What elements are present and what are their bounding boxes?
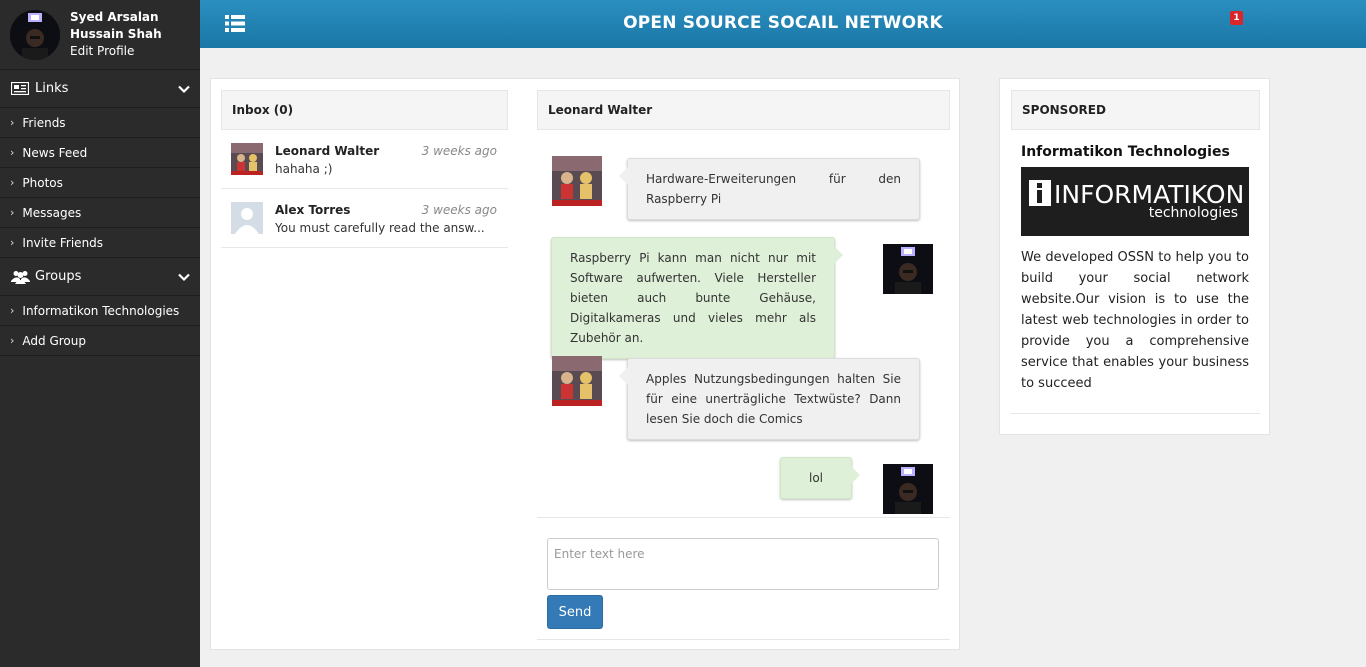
chevron-right-icon: › [10,304,15,317]
sidebar-section-label: Links [35,81,69,96]
contact-name: Alex Torres [275,203,351,217]
message-bubble-received: Apples Nutzungsbedingungen halten Sie fü… [619,358,920,440]
contact-avatar [231,143,263,175]
message-list: Hardware-Erweiterungen für den Raspberry… [537,130,950,518]
inbox-item[interactable]: Alex Torres 3 weeks ago You must careful… [221,189,508,248]
sidebar-section-links[interactable]: Links [0,70,200,108]
sidebar-item-friends[interactable]: › Friends [0,108,200,138]
sidebar-item-label: Add Group [22,333,86,348]
sidebar-section-label: Groups [35,269,82,284]
chevron-right-icon: › [10,176,15,189]
contact-name: Leonard Walter [275,144,380,158]
user-message-avatar [883,244,933,294]
sender-avatar [552,356,602,406]
sponsored-header: SPONSORED [1011,90,1260,130]
sponsored-panel: SPONSORED Informatikon Technologies INFO… [999,78,1270,435]
sidebar-item-label: News Feed [22,145,88,160]
sponsor-description: We developed OSSN to help you to build y… [1021,250,1249,391]
conversation: Leonard Walter Hardware-Erweiterungen fü… [537,90,950,640]
top-bar: OPEN SOURCE SOCAIL NETWORK [200,0,1366,48]
message-bubble-sent: lol [780,457,860,499]
message-time: 3 weeks ago [421,144,497,158]
chevron-right-icon: › [10,236,15,249]
message-bubble-sent: Raspberry Pi kann man nicht nur mit Soft… [551,237,843,359]
chevron-down-icon [178,271,190,286]
sidebar-item-add-group[interactable]: › Add Group [0,326,200,356]
sidebar: Syed Arsalan Hussain Shah Edit Profile L… [0,0,200,667]
sponsor-title[interactable]: Informatikon Technologies [1021,144,1230,160]
chevron-right-icon: › [10,334,15,347]
notification-badge: 1 [1230,11,1243,25]
app-title: OPEN SOURCE SOCAIL NETWORK [623,13,943,33]
edit-profile-link[interactable]: Edit Profile [70,44,134,58]
message-time: 3 weeks ago [421,203,497,217]
sidebar-item-label: Informatikon Technologies [22,303,180,318]
inbox: Inbox (0) Leonard Walter 3 weeks ago hah… [221,90,508,248]
messages-panel: Inbox (0) Leonard Walter 3 weeks ago hah… [210,78,960,650]
sidebar-item-label: Photos [22,175,63,190]
inbox-item[interactable]: Leonard Walter 3 weeks ago hahaha ;) [221,130,508,189]
chevron-down-icon [178,83,190,98]
user-profile: Syed Arsalan Hussain Shah Edit Profile [0,0,200,70]
chevron-right-icon: › [10,146,15,159]
sponsor-logo-tagline: technologies [1149,205,1238,221]
sidebar-item-invite-friends[interactable]: › Invite Friends [0,228,200,258]
sidebar-item-messages[interactable]: › Messages [0,198,200,228]
sidebar-item-label: Messages [22,205,82,220]
inbox-title: Inbox (0) [221,90,508,130]
newspaper-icon [10,82,30,96]
send-button[interactable]: Send [547,595,603,629]
message-input[interactable] [547,538,939,590]
message-bubble-received: Hardware-Erweiterungen für den Raspberry… [619,158,920,220]
conversation-title: Leonard Walter [537,90,950,130]
divider [1011,413,1260,414]
message-preview: hahaha ;) [275,162,333,176]
chevron-right-icon: › [10,206,15,219]
sidebar-section-groups[interactable]: Groups [0,258,200,296]
sidebar-item-photos[interactable]: › Photos [0,168,200,198]
sidebar-item-news-feed[interactable]: › News Feed [0,138,200,168]
user-name[interactable]: Syed Arsalan Hussain Shah [70,9,195,43]
sender-avatar [552,156,602,206]
sidebar-item-label: Friends [22,115,66,130]
default-avatar-icon [231,202,263,234]
sponsor-logo[interactable]: INFORMATIKON technologies [1021,167,1249,236]
users-icon [10,270,30,284]
divider [537,639,950,640]
user-avatar[interactable] [10,10,60,60]
user-message-avatar [883,464,933,514]
sidebar-item-label: Invite Friends [22,235,104,250]
chevron-right-icon: › [10,116,15,129]
sidebar-item-informatikon-technologies[interactable]: › Informatikon Technologies [0,296,200,326]
message-preview: You must carefully read the answ... [275,221,485,235]
